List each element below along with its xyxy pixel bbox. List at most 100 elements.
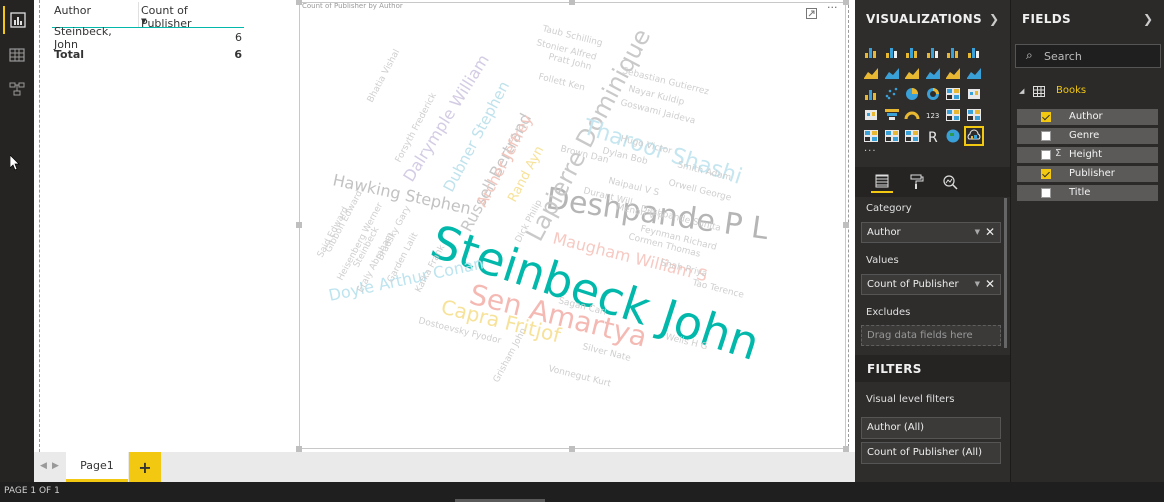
clustered-bar-visual-icon[interactable] [902, 42, 922, 62]
line-clustered-column-visual-icon[interactable] [943, 63, 963, 83]
word-cloud-visual-icon[interactable] [963, 126, 984, 146]
field-checkbox[interactable] [1041, 188, 1051, 198]
focus-mode-icon[interactable] [806, 4, 817, 23]
field-checkbox[interactable] [1041, 131, 1051, 141]
visual-level-filters-label: Visual level filters [866, 394, 955, 405]
field-height[interactable]: Σ Height [1017, 147, 1158, 163]
word-cloud-canvas: Steinbeck JohnDeshpande P LSen AmartyaLa… [316, 24, 771, 390]
chevron-down-icon[interactable]: ▼ [975, 228, 980, 236]
table-visual-icon[interactable] [882, 126, 902, 146]
report-view-icon[interactable] [3, 6, 31, 34]
treemap-visual-icon[interactable] [943, 84, 963, 104]
line-column-visual-icon[interactable] [923, 63, 943, 83]
ribbon-visual-icon[interactable] [964, 63, 984, 83]
card-visual-icon[interactable]: 123 [923, 105, 943, 125]
area-visual-icon[interactable] [882, 63, 902, 83]
field-checkbox[interactable] [1041, 169, 1051, 179]
collapse-fields-icon[interactable]: ❯ [1143, 12, 1153, 26]
word-cloud-word[interactable]: Vonnegut Kurt [547, 364, 612, 389]
line-visual-icon[interactable] [861, 63, 881, 83]
field-label: Title [1069, 187, 1091, 198]
values-field: Count of Publisher [867, 279, 959, 290]
r-script-visual-icon[interactable]: R [923, 126, 943, 146]
visual-header-icons: ··· [806, 2, 838, 23]
next-page-icon[interactable]: ▶ [52, 461, 59, 471]
column-header-count[interactable]: Count of Publisher ▼ [139, 2, 244, 30]
format-paint-roller-icon[interactable] [905, 171, 927, 193]
field-checkbox[interactable] [1041, 150, 1051, 160]
gauge-visual-icon[interactable] [902, 105, 922, 125]
stacked-area-visual-icon[interactable] [902, 63, 922, 83]
field-label: Height [1069, 149, 1103, 160]
field-publisher[interactable]: Publisher [1017, 166, 1158, 182]
table-header: Author Count of Publisher ▼ [52, 2, 244, 30]
column-header-author[interactable]: Author [52, 2, 139, 27]
resize-handle[interactable] [296, 0, 302, 5]
pane-scrollbar[interactable] [1004, 198, 1007, 348]
add-page-button[interactable]: + [129, 452, 161, 482]
total-count: 6 [234, 48, 242, 61]
word-cloud-word[interactable]: Follett Ken [537, 72, 586, 93]
category-label: Category [866, 203, 912, 214]
fields-search-input[interactable]: ⌕ Search [1015, 44, 1161, 68]
map-visual-icon[interactable] [964, 84, 984, 104]
fields-tab-icon[interactable] [871, 171, 893, 193]
values-well[interactable]: Count of Publisher ▼ ✕ [861, 274, 1001, 295]
resize-handle[interactable] [843, 222, 849, 228]
status-bar: PAGE 1 OF 1 [0, 482, 1164, 502]
svg-text:R: R [928, 130, 938, 144]
more-options-icon[interactable]: ··· [827, 2, 838, 23]
filled-map-visual-icon[interactable] [861, 105, 881, 125]
resize-handle[interactable] [296, 222, 302, 228]
mouse-cursor-icon [9, 154, 20, 175]
total-label: Total [54, 48, 85, 61]
kpi-visual-icon[interactable] [964, 105, 984, 125]
filter-card-count[interactable]: Count of Publisher (All) [861, 442, 1001, 464]
stacked-bar-visual-icon[interactable] [861, 42, 881, 62]
field-author[interactable]: Author [1017, 109, 1158, 125]
filter-card-author[interactable]: Author (All) [861, 417, 1001, 439]
data-view-icon[interactable] [3, 41, 31, 69]
scatter-visual-icon[interactable] [882, 84, 902, 104]
donut-visual-icon[interactable] [923, 84, 943, 104]
svg-text:123: 123 [926, 112, 939, 120]
funnel-visual-icon[interactable] [882, 105, 902, 125]
word-cloud-word[interactable]: Bhatia Vishal [366, 48, 402, 104]
clustered-column-visual-icon[interactable] [923, 42, 943, 62]
word-cloud-word[interactable]: Goswami Jaideva [619, 98, 696, 126]
resize-handle[interactable] [569, 0, 575, 5]
field-genre[interactable]: Genre [1017, 128, 1158, 144]
sort-descending-icon: ▼ [141, 17, 147, 25]
multi-row-card-visual-icon[interactable] [943, 105, 963, 125]
page-count-status: PAGE 1 OF 1 [4, 486, 60, 496]
waterfall-visual-icon[interactable] [861, 84, 881, 104]
field-checkbox[interactable] [1041, 112, 1051, 122]
remove-field-icon[interactable]: ✕ [985, 225, 995, 239]
filters-header: FILTERS [855, 355, 1010, 382]
table-books[interactable]: ◢ Books [1015, 83, 1161, 101]
remove-field-icon[interactable]: ✕ [985, 277, 995, 291]
relationships-view-icon[interactable] [3, 75, 31, 103]
100-bar-visual-icon[interactable] [943, 42, 963, 62]
globe-visual-icon[interactable] [943, 126, 963, 146]
word-cloud-visual[interactable]: Count of Publisher by Author Steinbeck J… [299, 2, 846, 449]
analytics-magnifier-icon[interactable] [939, 171, 961, 193]
pie-visual-icon[interactable] [902, 84, 922, 104]
cell-count: 6 [235, 31, 242, 44]
field-label: Author [1069, 111, 1103, 122]
field-title[interactable]: Title [1017, 185, 1158, 201]
collapse-visualizations-icon[interactable]: ❯ [989, 12, 999, 26]
chevron-down-icon[interactable]: ▼ [975, 280, 980, 288]
stacked-column-visual-icon[interactable] [882, 42, 902, 62]
more-visuals-icon[interactable]: ... [864, 143, 877, 154]
table-visual[interactable]: Author Count of Publisher ▼ Steinbeck, J… [52, 2, 244, 63]
prev-page-icon[interactable]: ◀ [40, 461, 47, 471]
matrix-visual-icon[interactable] [902, 126, 922, 146]
tab-page1[interactable]: Page1 [66, 452, 128, 482]
excludes-well[interactable]: Drag data fields here [861, 325, 1001, 346]
expand-triangle-icon[interactable]: ◢ [1019, 87, 1024, 95]
fields-title: FIELDS [1022, 12, 1071, 26]
100-column-visual-icon[interactable] [964, 42, 984, 62]
resize-handle[interactable] [843, 0, 849, 5]
category-well[interactable]: Author ▼ ✕ [861, 222, 1001, 243]
